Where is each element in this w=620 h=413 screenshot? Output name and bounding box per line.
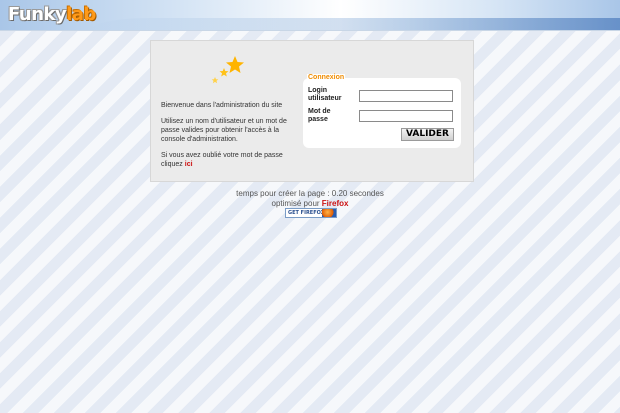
timing-text: temps pour créer la page : 0.20 secondes <box>236 189 384 198</box>
page-footer: temps pour créer la page : 0.20 secondes… <box>0 189 620 209</box>
get-firefox-badge[interactable]: GET FIREFOX <box>285 208 337 218</box>
login-label-line1: Login <box>308 87 328 94</box>
firefox-link[interactable]: Firefox <box>322 199 349 208</box>
password-label: Mot de passe <box>308 108 331 124</box>
site-logo[interactable]: Funkylab <box>8 4 96 25</box>
stars-icon <box>211 56 244 84</box>
header-swoosh <box>90 18 620 30</box>
login-form: Connexion Login utilisateur Mot de passe… <box>303 74 461 148</box>
instructions-text: Utilisez un nom d'utilisateur et un mot … <box>161 118 287 143</box>
password-input[interactable] <box>359 110 453 122</box>
admin-login-panel: Bienvenue dans l'administration du site … <box>150 40 474 182</box>
site-header: Funkylab <box>0 0 620 31</box>
submit-button[interactable]: VALIDER <box>401 128 454 141</box>
intro-text: Bienvenue dans l'administration du site … <box>161 101 296 176</box>
login-input[interactable] <box>359 90 453 102</box>
welcome-text: Bienvenue dans l'administration du site <box>161 102 283 109</box>
login-legend: Connexion <box>307 74 346 81</box>
logo-funky: Funky <box>8 4 67 25</box>
forgot-password-text: Si vous avez oublié votre mot de passe c… <box>161 151 296 169</box>
login-label: Login utilisateur <box>308 87 341 103</box>
optimized-prefix: optimisé pour <box>271 199 320 208</box>
password-label-line1: Mot de <box>308 108 331 115</box>
password-label-line2: passe <box>308 116 328 123</box>
login-label-line2: utilisateur <box>308 95 342 102</box>
forgot-password-label: Si vous avez oublié votre mot de passe c… <box>161 152 283 168</box>
get-firefox-label: GET FIREFOX <box>288 210 325 216</box>
logo-lab: lab <box>66 4 96 25</box>
firefox-globe-icon <box>322 209 336 217</box>
forgot-password-link[interactable]: ici <box>185 161 193 168</box>
